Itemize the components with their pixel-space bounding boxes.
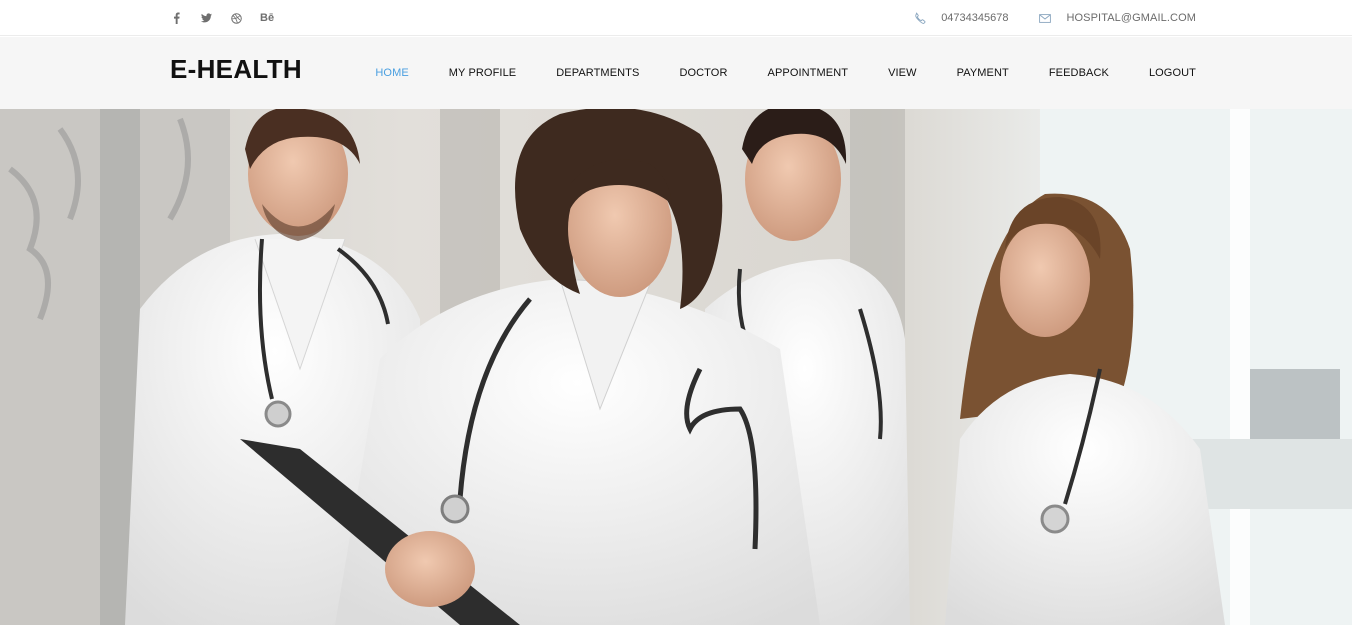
nav-item-payment[interactable]: PAYMENT: [957, 67, 1009, 79]
hero-doctors-image: [0, 109, 1352, 625]
email-contact[interactable]: HOSPITAL@GMAIL.COM: [1038, 12, 1196, 24]
hero-banner: [0, 109, 1352, 625]
nav-item-logout[interactable]: LOGOUT: [1149, 67, 1196, 79]
twitter-icon[interactable]: [200, 11, 212, 25]
brand-logo[interactable]: E-HEALTH: [170, 54, 302, 85]
nav-item-view[interactable]: VIEW: [888, 67, 917, 79]
behance-icon[interactable]: Bē: [260, 11, 274, 25]
facebook-icon[interactable]: [170, 11, 182, 25]
phone-contact[interactable]: 04734345678: [913, 12, 1008, 24]
nav-item-doctor[interactable]: DOCTOR: [679, 67, 727, 79]
nav-item-appointment[interactable]: APPOINTMENT: [768, 67, 849, 79]
nav-item-feedback[interactable]: FEEDBACK: [1049, 67, 1109, 79]
nav-item-departments[interactable]: DEPARTMENTS: [556, 67, 639, 79]
email-address: HOSPITAL@GMAIL.COM: [1066, 12, 1196, 24]
envelope-icon: [1038, 12, 1052, 24]
main-navbar: E-HEALTH HOME MY PROFILE DEPARTMENTS DOC…: [0, 37, 1352, 109]
nav-item-home[interactable]: HOME: [375, 67, 408, 79]
contact-info: 04734345678 HOSPITAL@GMAIL.COM: [913, 0, 1196, 36]
phone-number: 04734345678: [941, 12, 1009, 24]
nav-menu: HOME MY PROFILE DEPARTMENTS DOCTOR APPOI…: [375, 37, 1196, 109]
nav-item-my-profile[interactable]: MY PROFILE: [449, 67, 516, 79]
top-bar: Bē 04734345678 HOSPITAL@GMAIL.COM: [0, 0, 1352, 36]
dribbble-icon[interactable]: [230, 11, 242, 25]
phone-icon: [913, 12, 927, 24]
social-links: Bē: [170, 0, 292, 36]
